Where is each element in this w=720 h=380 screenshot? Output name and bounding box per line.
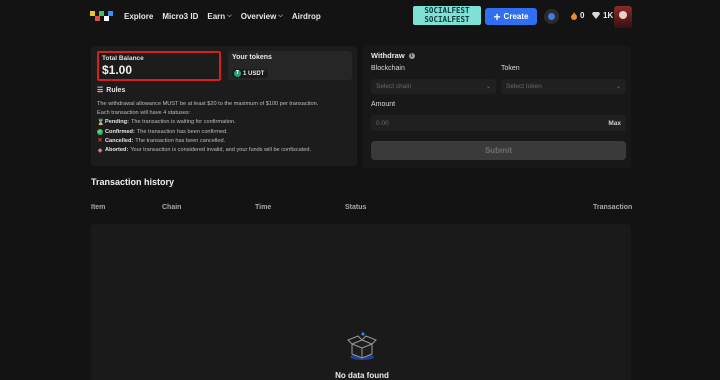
- nav-micro3-id[interactable]: Micro3 ID: [162, 12, 198, 21]
- chevron-down-icon: ⌵: [278, 13, 283, 19]
- micro3-logo[interactable]: [90, 11, 113, 21]
- amount-input[interactable]: 0.00 Max: [371, 115, 626, 131]
- info-icon[interactable]: i: [408, 52, 415, 59]
- empty-box-icon: [347, 332, 377, 360]
- no-data-text: No data found: [335, 371, 389, 380]
- banner-line: SOCIALFEST: [424, 6, 470, 15]
- submit-button[interactable]: Submit: [371, 141, 626, 160]
- status-name: Cancelled:: [105, 137, 134, 144]
- status-desc: The transaction has been cancelled.: [135, 137, 226, 144]
- nav-airdrop[interactable]: Airdrop: [292, 12, 321, 21]
- status-name: Pending:: [105, 119, 129, 126]
- total-balance-value: $1.00: [102, 63, 133, 77]
- nav-label: Overview: [240, 12, 277, 21]
- token-select[interactable]: Select token ⌄: [501, 79, 626, 94]
- banner-line: SOCIALFEST: [424, 15, 470, 24]
- create-label: Create: [503, 12, 529, 21]
- chevron-down-icon: ⌄: [615, 84, 621, 90]
- token-chip[interactable]: T 1 USDT: [232, 69, 269, 78]
- submit-label: Submit: [484, 146, 513, 155]
- status-desc: The transaction is waiting for confirmat…: [130, 119, 236, 126]
- status-aborted: ◆ Aborted: Your transaction is considere…: [97, 146, 357, 155]
- column-header-chain: Chain: [162, 204, 182, 211]
- streak-count: 0: [580, 11, 585, 20]
- streak-counter[interactable]: 0: [571, 11, 584, 20]
- nav-label: Airdrop: [291, 12, 321, 21]
- nav-label: Explore: [124, 12, 154, 21]
- diamond-icon: ◆: [97, 147, 103, 154]
- check-circle-icon: ✓: [97, 129, 103, 136]
- amount-label: Amount: [371, 101, 396, 108]
- network-icon: [548, 13, 555, 20]
- hourglass-icon: ⌛: [97, 120, 105, 126]
- withdraw-title: Withdraw i: [371, 51, 415, 60]
- nav-explore[interactable]: Explore: [124, 12, 153, 21]
- chevron-down-icon: ⌄: [485, 84, 491, 90]
- token-placeholder: Select token: [506, 83, 542, 90]
- blockchain-placeholder: Select chain: [376, 83, 412, 90]
- withdraw-title-text: Withdraw: [371, 51, 405, 60]
- blockchain-label: Blockchain: [371, 65, 405, 72]
- network-icon-button[interactable]: [544, 9, 559, 24]
- rules-title: ☰ Rules: [97, 86, 126, 95]
- status-desc: Your transaction is considered invalid, …: [130, 147, 312, 154]
- rules-text: The withdrawal allowance MUST be at leas…: [97, 100, 357, 155]
- nav-label: Micro3 ID: [162, 12, 199, 21]
- points-counter[interactable]: 1K: [592, 11, 613, 20]
- rules-line: Each transaction will have 4 statuses:: [97, 110, 191, 117]
- rules-line: The withdrawal allowance MUST be at leas…: [97, 101, 319, 107]
- status-cancelled: ✕ Cancelled: The transaction has been ca…: [97, 137, 357, 146]
- gem-icon: [592, 12, 600, 19]
- plus-icon: +: [493, 9, 501, 24]
- usdt-icon: T: [234, 70, 241, 77]
- status-pending: ⌛ Pending: The transaction is waiting fo…: [97, 118, 357, 127]
- rules-title-text: Rules: [106, 86, 126, 94]
- token-label: Token: [501, 65, 520, 72]
- cross-icon: ✕: [97, 138, 103, 145]
- column-header-transaction: Transaction: [593, 204, 633, 211]
- your-tokens-label: Your tokens: [232, 54, 272, 61]
- main-nav: Explore Micro3 ID Earn ⌵ Overview ⌵ Airdro…: [124, 12, 321, 21]
- top-header: Explore Micro3 ID Earn ⌵ Overview ⌵ Airdro…: [0, 0, 720, 36]
- chevron-down-icon: ⌵: [227, 13, 232, 19]
- column-header-status: Status: [345, 204, 367, 211]
- amount-placeholder: 0.00: [376, 119, 389, 127]
- status-name: Aborted:: [105, 147, 129, 154]
- transaction-history-title: Transaction history: [91, 177, 175, 187]
- nav-earn[interactable]: Earn ⌵: [207, 12, 231, 21]
- nav-label: Earn: [207, 12, 226, 21]
- nav-overview[interactable]: Overview ⌵: [241, 12, 283, 21]
- avatar[interactable]: [614, 6, 632, 28]
- max-button[interactable]: Max: [608, 120, 621, 127]
- total-balance-label: Total Balance: [102, 55, 144, 62]
- total-balance-card: Total Balance $1.00: [97, 51, 221, 81]
- status-desc: The transaction has been confirmed.: [136, 128, 228, 135]
- token-chip-label: 1 USDT: [243, 70, 265, 77]
- socialfest-banner[interactable]: SOCIALFEST SOCIALFEST: [413, 6, 481, 25]
- points-count: 1K: [603, 11, 614, 20]
- blockchain-select[interactable]: Select chain ⌄: [371, 79, 496, 94]
- create-button[interactable]: + Create: [485, 8, 537, 25]
- status-name: Confirmed:: [105, 128, 135, 135]
- column-header-time: Time: [255, 204, 272, 211]
- rules-icon: ☰: [97, 87, 104, 94]
- fire-icon: [571, 11, 577, 20]
- column-header-item: Item: [91, 204, 106, 211]
- status-confirmed: ✓ Confirmed: The transaction has been co…: [97, 128, 357, 137]
- your-tokens-card: Your tokens T 1 USDT: [228, 51, 352, 80]
